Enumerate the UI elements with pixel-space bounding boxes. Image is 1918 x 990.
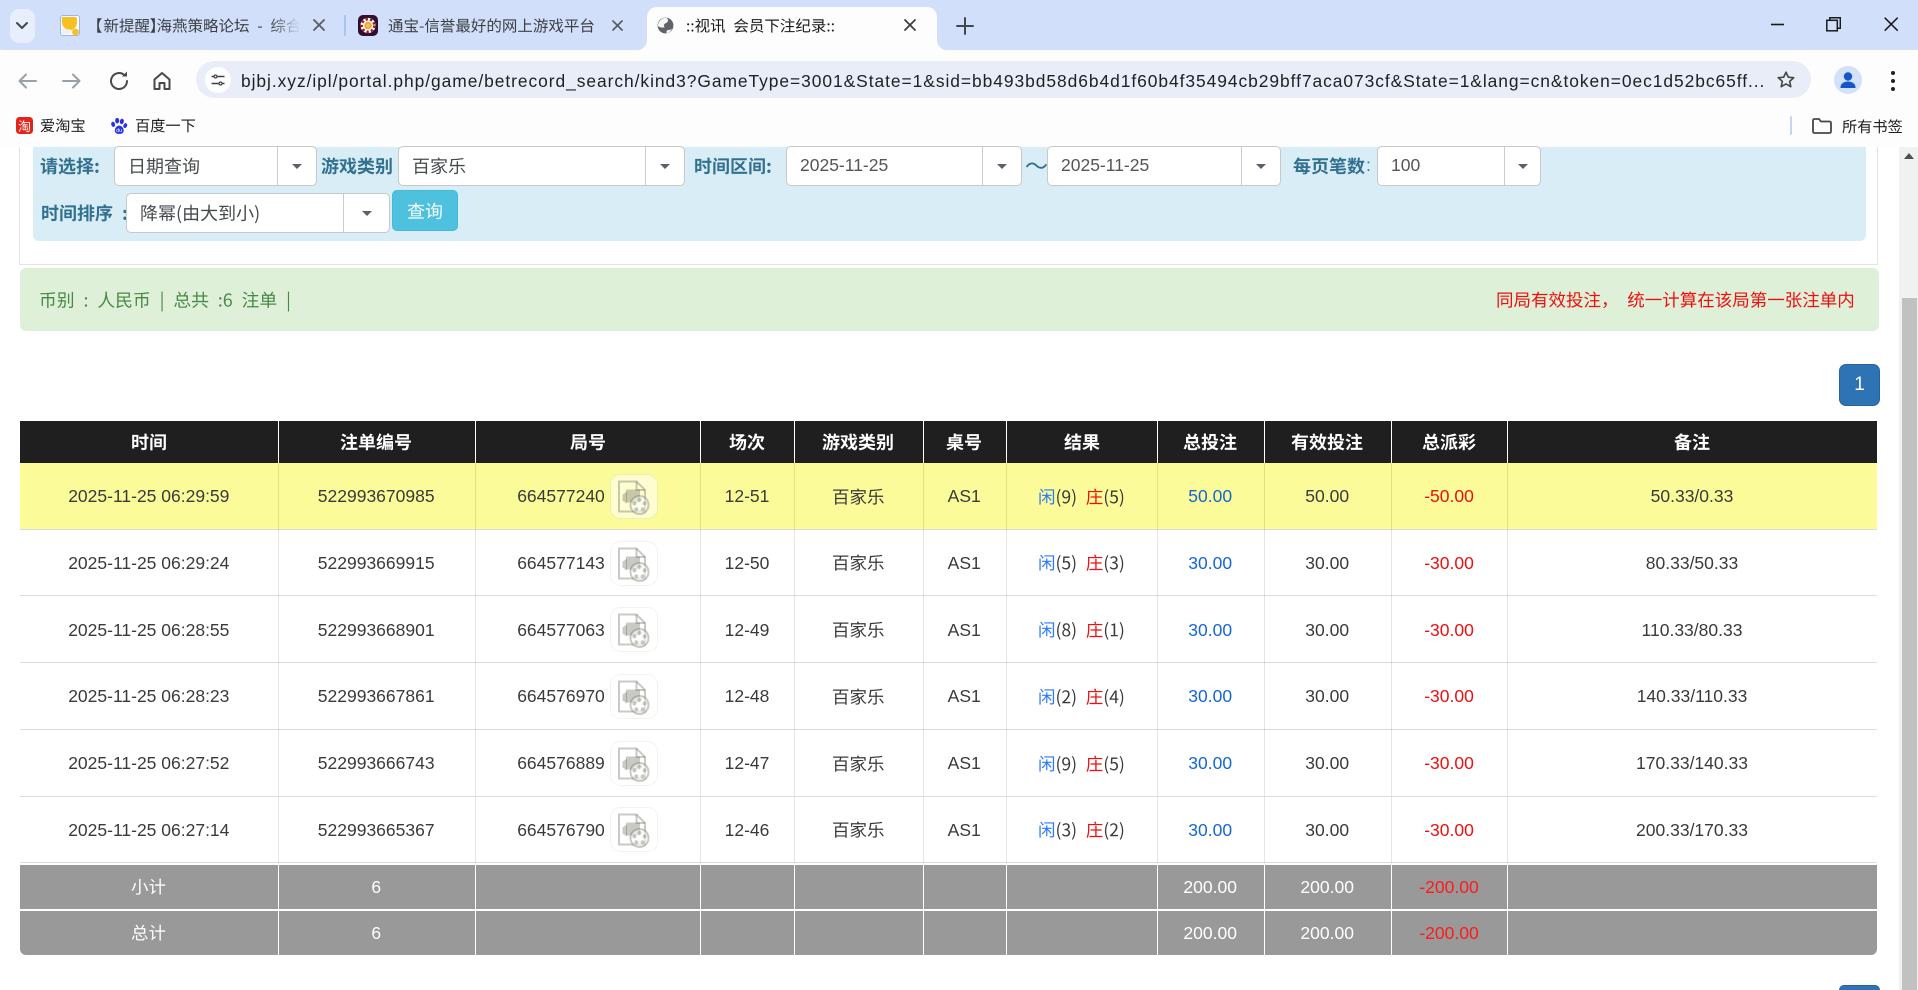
svg-text:du: du xyxy=(116,128,122,134)
